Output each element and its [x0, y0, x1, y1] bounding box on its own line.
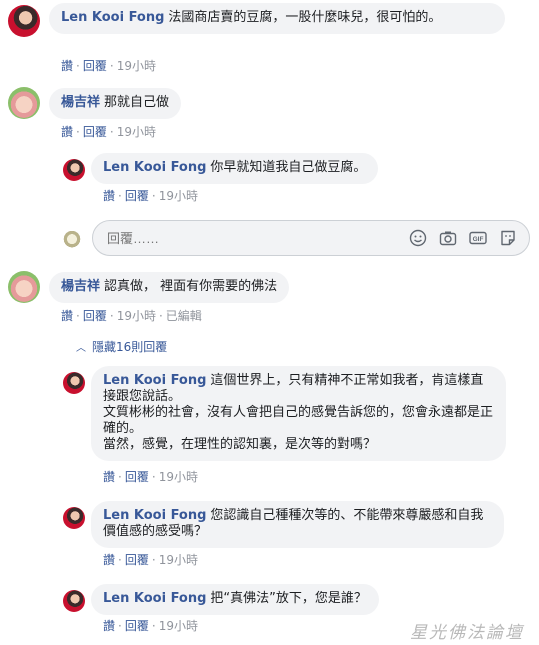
reply-link[interactable]: 回覆	[83, 309, 107, 323]
timestamp[interactable]: 19小時	[159, 619, 198, 633]
timestamp[interactable]: 19小時	[159, 470, 198, 484]
hide-replies-link[interactable]: ︿ 隱藏16則回覆	[76, 338, 167, 355]
comment-bubble: 楊吉祥 認真做， 裡面有你需要的佛法	[49, 272, 290, 303]
comment-actions: 讚 · 回覆 · 19小時	[103, 189, 198, 203]
timestamp[interactable]: 19小時	[117, 125, 156, 139]
reply-link[interactable]: 回覆	[83, 59, 107, 73]
comment-author[interactable]: Len Kooi Fong	[103, 591, 206, 606]
comment-text: 認真做， 裡面有你需要的佛法	[104, 279, 278, 294]
comment-author[interactable]: Len Kooi Fong	[61, 10, 164, 25]
reply-link[interactable]: 回覆	[125, 553, 149, 567]
comment-actions: 讚 · 回覆 · 19小時	[103, 470, 198, 484]
reply-link[interactable]: 回覆	[83, 125, 107, 139]
timestamp[interactable]: 19小時	[117, 59, 156, 73]
reply-bubble: Len Kooi Fong 把“真佛法”放下，您是誰？	[91, 584, 379, 615]
reply-link[interactable]: 回覆	[125, 189, 149, 203]
comment-actions: 讚 · 回覆 · 19小時	[103, 619, 198, 633]
reply-bubble: Len Kooi Fong 您認識自己種種次等的、不能帶來尊嚴感和自我價值感的感受…	[91, 501, 504, 548]
camera-icon[interactable]	[439, 229, 457, 247]
like-link[interactable]: 讚	[61, 59, 73, 73]
chevron-up-icon: ︿	[76, 343, 86, 354]
gif-icon[interactable]: GIF	[469, 229, 487, 247]
like-link[interactable]: 讚	[61, 125, 73, 139]
comment-bubble: 楊吉祥 那就自己做	[49, 88, 182, 119]
reply-bubble: Len Kooi Fong 你早就知道我自己做豆腐。	[91, 153, 379, 184]
like-link[interactable]: 讚	[103, 553, 115, 567]
reply-link[interactable]: 回覆	[125, 470, 149, 484]
comment-text: 那就自己做	[104, 95, 170, 110]
svg-text:GIF: GIF	[473, 236, 484, 243]
like-link[interactable]: 讚	[103, 619, 115, 633]
like-link[interactable]: 讚	[103, 189, 115, 203]
comment-actions: 讚 · 回覆 · 19小時	[61, 59, 156, 73]
reply-box[interactable]: GIF	[92, 220, 530, 256]
reply-link[interactable]: 回覆	[125, 619, 149, 633]
reply-input[interactable]	[105, 230, 399, 247]
like-link[interactable]: 讚	[103, 470, 115, 484]
like-link[interactable]: 讚	[61, 309, 73, 323]
emoji-icon[interactable]	[409, 229, 427, 247]
avatar	[61, 227, 83, 249]
comment-author[interactable]: 楊吉祥	[61, 279, 100, 294]
comment-actions: 讚 · 回覆 · 19小時 · 已編輯	[61, 309, 202, 323]
avatar[interactable]	[63, 507, 85, 529]
reply-bubble: Len Kooi Fong 這個世界上，只有精神不正常如我者，肯這樣直接跟您說話。…	[91, 366, 506, 461]
avatar[interactable]	[63, 590, 85, 612]
comment-actions: 讚 · 回覆 · 19小時	[61, 125, 156, 139]
sticker-icon[interactable]	[499, 229, 517, 247]
timestamp[interactable]: 19小時	[159, 553, 198, 567]
comment-author[interactable]: 楊吉祥	[61, 95, 100, 110]
timestamp[interactable]: 19小時	[159, 189, 198, 203]
comment-author[interactable]: Len Kooi Fong	[103, 508, 206, 523]
avatar[interactable]	[8, 87, 40, 119]
avatar[interactable]	[8, 5, 40, 37]
comment-author[interactable]: Len Kooi Fong	[103, 160, 206, 175]
edited-label[interactable]: 已編輯	[166, 309, 202, 323]
avatar[interactable]	[8, 271, 40, 303]
comment-text: 法國商店賣的豆腐，一股什麼味兒，很可怕的。	[168, 10, 442, 25]
comment-author[interactable]: Len Kooi Fong	[103, 373, 206, 388]
avatar[interactable]	[63, 159, 85, 181]
watermark: 星光佛法論壇	[410, 623, 524, 643]
avatar[interactable]	[63, 372, 85, 394]
comment-bubble: Len Kooi Fong 法國商店賣的豆腐，一股什麼味兒，很可怕的。	[49, 3, 505, 34]
comment-actions: 讚 · 回覆 · 19小時	[103, 553, 198, 567]
comment-text: 把“真佛法”放下，您是誰？	[210, 591, 367, 606]
comment-text: 你早就知道我自己做豆腐。	[210, 160, 367, 175]
timestamp[interactable]: 19小時	[117, 309, 156, 323]
